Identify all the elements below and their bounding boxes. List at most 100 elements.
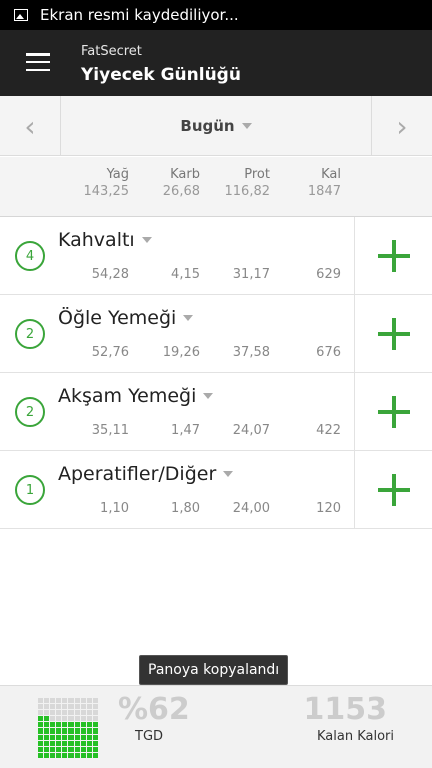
rdi-grid-cell: [50, 716, 56, 722]
rdi-grid-cell: [80, 704, 86, 710]
plus-icon: [377, 239, 410, 272]
rdi-grid-cell: [92, 710, 98, 716]
rdi-grid-cell: [74, 704, 80, 710]
rdi-grid-cell: [92, 722, 98, 728]
rdi-grid-cell: [92, 752, 98, 758]
meal-name[interactable]: Kahvaltı: [58, 229, 152, 251]
rdi-grid-cell: [80, 710, 86, 716]
meal-name-label: Aperatifler/Diğer: [58, 463, 217, 485]
toast-message: Panoya kopyalandı: [139, 655, 289, 685]
rdi-grid-cell: [62, 746, 68, 752]
rdi-grid-cell: [68, 740, 74, 746]
remaining-calories: 1153: [303, 692, 388, 727]
rdi-grid-cell: [38, 722, 44, 728]
rdi-grid-cell: [62, 704, 68, 710]
rdi-grid-cell: [68, 752, 74, 758]
rdi-grid-cell: [44, 734, 50, 740]
meal-calories: 422: [316, 423, 341, 438]
status-text: Ekran resmi kaydediliyor...: [40, 6, 239, 24]
rdi-grid-cell: [80, 746, 86, 752]
rdi-progress-grid: [38, 698, 98, 758]
rdi-grid-cell: [56, 740, 62, 746]
rdi-grid-cell: [74, 746, 80, 752]
rdi-grid-cell: [44, 740, 50, 746]
rdi-grid-cell: [86, 704, 92, 710]
rdi-grid-cell: [80, 728, 86, 734]
add-food-button[interactable]: [354, 295, 432, 372]
date-navigator: ‹ Bugün ›: [0, 96, 432, 156]
rdi-grid-cell: [56, 752, 62, 758]
rdi-grid-cell: [80, 734, 86, 740]
date-selector[interactable]: Bugün: [61, 96, 371, 156]
rdi-grid-cell: [56, 698, 62, 704]
rdi-grid-cell: [74, 722, 80, 728]
remaining-calories-label: Kalan Kalori: [317, 729, 394, 744]
add-food-button[interactable]: [354, 373, 432, 450]
meal-name[interactable]: Öğle Yemeği: [58, 307, 194, 329]
totals-summary: Yağ 143,25 Karb 26,68 Prot 116,82 Kal 18…: [0, 157, 432, 217]
meal-count-badge: 1: [15, 475, 45, 505]
date-label: Bugün: [180, 117, 235, 135]
rdi-grid-cell: [44, 704, 50, 710]
rdi-grid-cell: [56, 716, 62, 722]
meal-carb: 1,80: [171, 501, 200, 516]
rdi-grid-cell: [38, 728, 44, 734]
rdi-grid-cell: [56, 704, 62, 710]
plus-icon: [377, 473, 410, 506]
caret-down-icon: [223, 471, 234, 477]
total-calories: Kal 1847: [308, 167, 341, 199]
rdi-grid-cell: [50, 740, 56, 746]
rdi-grid-cell: [38, 698, 44, 704]
meal-name-label: Öğle Yemeği: [58, 307, 177, 329]
rdi-grid-cell: [56, 734, 62, 740]
rdi-grid-cell: [86, 734, 92, 740]
rdi-grid-cell: [50, 728, 56, 734]
rdi-grid-cell: [86, 746, 92, 752]
rdi-grid-cell: [50, 722, 56, 728]
rdi-grid-cell: [74, 710, 80, 716]
total-fat-header: Yağ: [106, 167, 129, 182]
caret-down-icon: [241, 123, 252, 129]
meal-calories: 629: [316, 267, 341, 282]
meal-name[interactable]: Aperatifler/Diğer: [58, 463, 234, 485]
rdi-grid-cell: [86, 716, 92, 722]
meal-row-breakfast[interactable]: 4 Kahvaltı 54,28 4,15 31,17 629: [0, 217, 432, 295]
rdi-grid-cell: [44, 716, 50, 722]
add-food-button[interactable]: [354, 217, 432, 294]
meal-carb: 1,47: [171, 423, 200, 438]
meal-name[interactable]: Akşam Yemeği: [58, 385, 214, 407]
rdi-grid-cell: [92, 698, 98, 704]
rdi-grid-cell: [62, 734, 68, 740]
rdi-grid-cell: [92, 728, 98, 734]
rdi-grid-cell: [80, 698, 86, 704]
rdi-grid-cell: [74, 698, 80, 704]
rdi-grid-cell: [68, 698, 74, 704]
total-carb-header: Karb: [170, 167, 200, 182]
total-protein-value: 116,82: [224, 184, 271, 199]
meal-row-lunch[interactable]: 2 Öğle Yemeği 52,76 19,26 37,58 676: [0, 295, 432, 373]
rdi-grid-cell: [86, 710, 92, 716]
meal-carb: 4,15: [171, 267, 200, 282]
caret-down-icon: [203, 393, 214, 399]
meal-row-dinner[interactable]: 2 Akşam Yemeği 35,11 1,47 24,07 422: [0, 373, 432, 451]
rdi-grid-cell: [68, 722, 74, 728]
rdi-grid-cell: [68, 716, 74, 722]
hamburger-menu-icon[interactable]: [26, 53, 50, 71]
meal-row-snacks[interactable]: 1 Aperatifler/Diğer 1,10 1,80 24,00 120: [0, 451, 432, 529]
add-food-button[interactable]: [354, 451, 432, 528]
meal-name-label: Akşam Yemeği: [58, 385, 197, 407]
chevron-left-icon[interactable]: ‹: [0, 96, 61, 156]
total-carb-value: 26,68: [162, 184, 200, 199]
plus-icon: [377, 395, 410, 428]
rdi-grid-cell: [38, 752, 44, 758]
rdi-grid-cell: [86, 740, 92, 746]
meal-protein: 24,00: [232, 501, 270, 516]
rdi-grid-cell: [50, 704, 56, 710]
rdi-grid-cell: [92, 716, 98, 722]
rdi-grid-cell: [38, 734, 44, 740]
total-calories-header: Kal: [321, 167, 341, 182]
rdi-grid-cell: [86, 752, 92, 758]
rdi-grid-cell: [44, 728, 50, 734]
chevron-right-icon[interactable]: ›: [371, 96, 432, 156]
meal-fat: 52,76: [91, 345, 129, 360]
